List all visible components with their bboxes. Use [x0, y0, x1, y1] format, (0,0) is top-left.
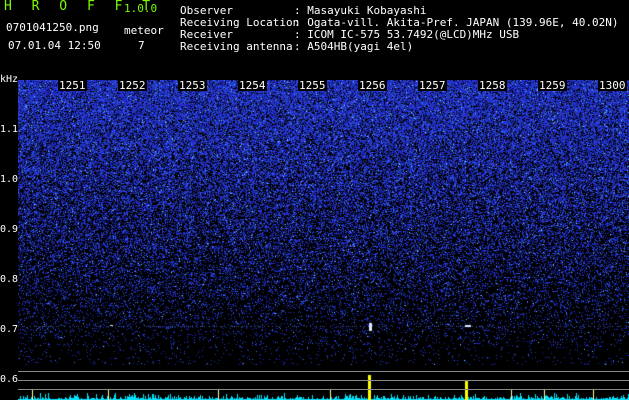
file-name: 0701041250.png: [6, 21, 99, 34]
meteor-count: 7: [138, 39, 145, 52]
x-tick-label: 1300: [598, 79, 627, 92]
reference-line: [18, 389, 629, 390]
y-tick-label: 1.0: [0, 174, 19, 185]
x-tick-label: 1256: [358, 79, 387, 92]
y-tick-label: 0.7: [0, 324, 19, 335]
x-tick-label: 1251: [58, 79, 87, 92]
x-tick-label: 1253: [178, 79, 207, 92]
x-tick-label: 1254: [238, 79, 267, 92]
y-tick-label: 0.8: [0, 274, 19, 285]
spectrogram-canvas: [18, 80, 629, 365]
y-tick-label: 0.9: [0, 224, 19, 235]
app-version: 1.0.0: [124, 2, 158, 15]
reference-line: [18, 371, 629, 372]
x-tick-label: 1255: [298, 79, 327, 92]
y-tick-label: 0.6: [0, 374, 19, 385]
date-time: 07.01.04 12:50: [8, 39, 101, 52]
antenna-value: : A504HB(yagi 4el): [294, 40, 414, 53]
x-tick-label: 1259: [538, 79, 567, 92]
y-tick-label: 1.1: [0, 124, 19, 135]
antenna-key: Receiving antenna: [180, 40, 293, 53]
meteor-label: meteor: [124, 24, 164, 37]
x-tick-label: 1258: [478, 79, 507, 92]
x-tick-label: 1257: [418, 79, 447, 92]
reference-line: [18, 380, 629, 381]
x-tick-label: 1252: [118, 79, 147, 92]
y-axis-unit: kHz: [0, 74, 19, 85]
